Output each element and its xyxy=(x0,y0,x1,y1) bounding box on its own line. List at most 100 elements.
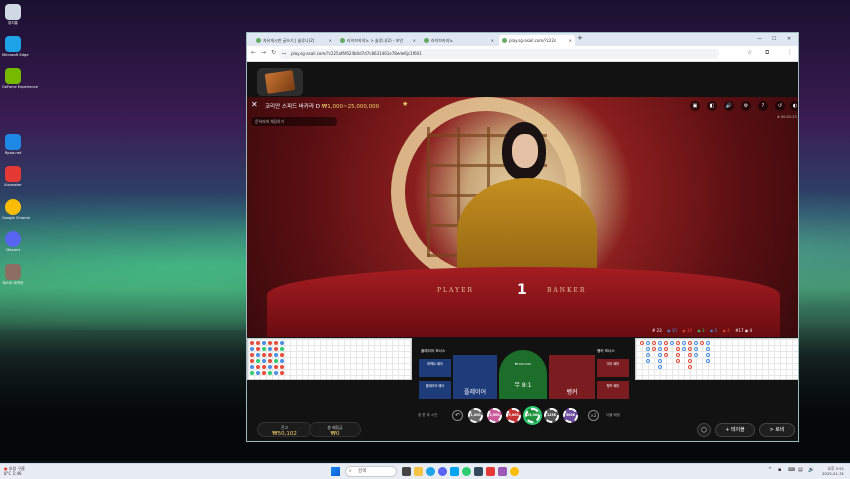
close-window-button[interactable]: ✕ xyxy=(787,33,791,45)
chat-bubble-button[interactable]: ◯ xyxy=(697,423,711,437)
tab-favicon xyxy=(502,38,507,43)
maximize-button[interactable]: ☐ xyxy=(772,33,776,45)
file-explorer-icon[interactable] xyxy=(414,467,423,476)
url-input[interactable]: ⊶ play.sg-asail.com/?c225af6f624b0d7d7c8… xyxy=(279,49,719,59)
tab-live-casino[interactable]: 라이브카지노 ✕ xyxy=(421,35,497,46)
sound-icon[interactable]: 🔊 xyxy=(724,101,734,111)
bead xyxy=(250,365,254,369)
settings-gear-icon[interactable]: ⚙ xyxy=(741,101,751,111)
banker-pair-bet[interactable]: 뱅커 페어 xyxy=(597,381,629,399)
tray-app-icon[interactable]: ▪ xyxy=(778,467,781,473)
chip-125K[interactable]: 125K xyxy=(544,408,559,423)
banker-bet-zone[interactable]: 뱅커 xyxy=(549,355,595,399)
menu-kebab-icon[interactable]: ⋮ xyxy=(787,49,793,56)
bead xyxy=(268,359,272,363)
fullscreen-icon[interactable]: ◐ xyxy=(790,101,798,111)
close-tab-icon[interactable]: ✕ xyxy=(491,35,494,46)
desktop-icon-discord[interactable]: Discord xyxy=(2,231,24,252)
tie-bet-zone[interactable]: ₩ 000 000 무 8:1 xyxy=(499,350,547,399)
site-info-icon[interactable]: ⊶ xyxy=(282,49,286,59)
keyboard-icon[interactable]: ⌨ xyxy=(788,467,795,473)
player-perfect-pair-bet[interactable]: 퍼펙트 페어 xyxy=(419,359,451,377)
game-page: PLAYER BANKER 1 ✕ 코리안 스피드 바카라 D ₩1,000~2… xyxy=(247,62,798,441)
player-pair-bet[interactable]: 플레이어 페어 xyxy=(419,381,451,399)
bead xyxy=(256,371,260,375)
banker-bonus-label: 뱅커 보너스 xyxy=(597,349,615,353)
chip-500K[interactable]: 500K xyxy=(563,408,578,423)
media-taskbar-icon[interactable] xyxy=(498,467,507,476)
bead xyxy=(256,347,260,351)
edge-taskbar-icon[interactable] xyxy=(426,467,435,476)
bead xyxy=(250,371,254,375)
taskbar-clock[interactable]: 오후 3:51 2025-01-31 xyxy=(822,466,844,476)
desktop-icon-ryzia[interactable]: Ryzia.net xyxy=(2,134,24,155)
desktop-icon-geforce[interactable]: GeForce Experience xyxy=(2,68,38,89)
big-road-mark xyxy=(700,341,704,345)
tab-freeboard[interactable]: 자유게시판 글쓰기 | 솔루나(2) ✕ xyxy=(253,35,335,46)
big-road-right xyxy=(635,338,798,380)
windows-start-icon[interactable] xyxy=(331,467,340,476)
back-icon[interactable]: ← xyxy=(251,49,256,56)
desktop-icon-recycle-bin[interactable]: 휴지통 xyxy=(2,4,24,25)
chip-25,000[interactable]: 25,000 xyxy=(525,408,540,423)
tray-chevron-icon[interactable]: ^ xyxy=(768,467,772,473)
dealer xyxy=(457,122,597,288)
store-taskbar-icon[interactable] xyxy=(450,467,459,476)
tab-live-casino-secure[interactable]: 라이브카지노 > 솔루나(2) - 보안 ✕ xyxy=(337,35,419,46)
forward-icon[interactable]: → xyxy=(261,49,266,56)
history-icon[interactable]: ↺ xyxy=(775,101,785,111)
volume-icon[interactable]: 🔊 xyxy=(808,467,814,473)
close-tab-icon[interactable]: ✕ xyxy=(569,35,572,46)
tab-play-game[interactable]: play.sg-asail.com/?c22s ✕ xyxy=(499,35,575,46)
table-limits: ₩1,000~25,000,000 xyxy=(321,104,380,110)
tab-bar: 자유게시판 글쓰기 | 솔루나(2) ✕ 라이브카지노 > 솔루나(2) - 보… xyxy=(247,33,798,46)
big-road-mark xyxy=(682,347,686,351)
minimize-button[interactable]: — xyxy=(757,33,762,45)
tables-button[interactable]: + 테이블 xyxy=(715,423,755,437)
network-icon[interactable]: ▤ xyxy=(798,467,803,473)
close-tab-icon[interactable]: ✕ xyxy=(413,35,416,46)
either-pair-bet[interactable]: 이티 페어 xyxy=(597,359,629,377)
casino-logo[interactable] xyxy=(257,68,303,96)
balance-display: 잔고 ₩50,102 xyxy=(257,422,312,437)
double-bet-button[interactable]: ×2 xyxy=(588,410,599,421)
bookmark-star-icon[interactable]: ☆ xyxy=(747,49,752,56)
chip-2,500[interactable]: 2,500 xyxy=(487,408,502,423)
favorite-star-icon[interactable]: ★ xyxy=(402,100,408,108)
new-tab-button[interactable]: + xyxy=(577,34,583,42)
bead xyxy=(268,353,272,357)
lobby-button[interactable]: > 로비 xyxy=(759,423,795,437)
bead xyxy=(262,359,266,363)
live-dealer-video: PLAYER BANKER 1 xyxy=(247,97,798,337)
bead xyxy=(274,347,278,351)
desktop-icon-baccarat[interactable]: 테스트 바카라 xyxy=(2,264,24,285)
weather-widget[interactable]: ● 흐림 구름 8°C 1:46 xyxy=(4,466,25,476)
chat-toggle-icon[interactable]: ▣ xyxy=(690,101,700,111)
video-icon[interactable]: ◧ xyxy=(707,101,717,111)
close-tab-icon[interactable]: ✕ xyxy=(329,35,332,46)
terminal-taskbar-icon[interactable] xyxy=(474,467,483,476)
player-bonus-label: 플레이어 보너스 xyxy=(421,349,446,353)
player-bet-zone[interactable]: 플레이어 xyxy=(453,355,497,399)
chip-5,000[interactable]: 5,000 xyxy=(506,408,521,423)
desktop-icon-edge[interactable]: Microsoft Edge xyxy=(2,36,29,57)
reload-icon[interactable]: ↻ xyxy=(271,49,276,56)
youtube-taskbar-icon[interactable] xyxy=(486,467,495,476)
taskbar-search-input[interactable]: ⌕ 검색 xyxy=(345,466,397,477)
chat-input[interactable]: 운하러에 채팅하기 xyxy=(251,117,337,126)
desktop-icon-kusmater[interactable]: Kusmater xyxy=(2,166,24,187)
extensions-icon[interactable]: ⧉ xyxy=(765,49,769,57)
bead xyxy=(262,365,266,369)
chrome-taskbar-icon[interactable] xyxy=(510,467,519,476)
help-icon[interactable]: ? xyxy=(758,101,768,111)
app-taskbar-icon[interactable] xyxy=(462,467,471,476)
close-game-icon[interactable]: ✕ xyxy=(251,100,258,109)
desktop-icon-chrome[interactable]: Google Chrome xyxy=(2,199,30,220)
chip-1,000[interactable]: 1,000 xyxy=(468,408,483,423)
task-view-icon[interactable] xyxy=(402,467,411,476)
discord-taskbar-icon[interactable] xyxy=(438,467,447,476)
bead xyxy=(250,353,254,357)
big-road-mark xyxy=(658,347,662,351)
undo-bet-button[interactable]: ↶ xyxy=(452,410,463,421)
big-road-mark xyxy=(658,359,662,363)
